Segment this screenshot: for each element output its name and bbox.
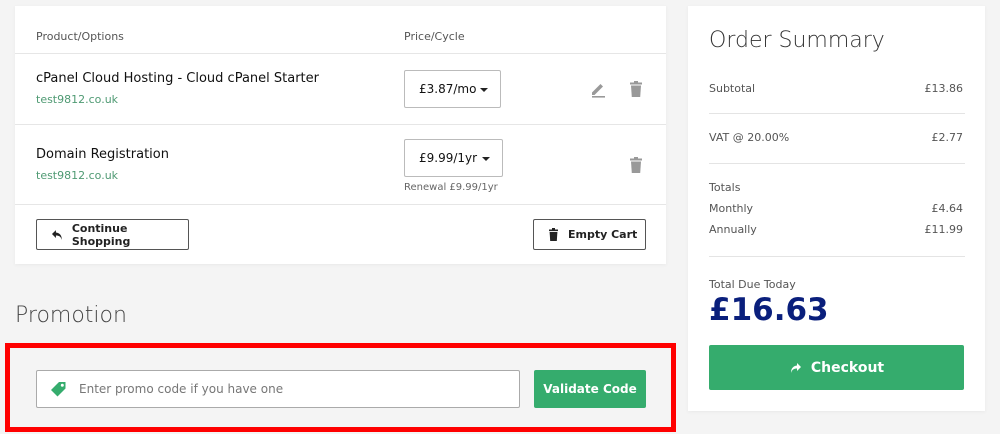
totals-label: Totals [709,181,741,194]
subtotal-value: £13.86 [924,82,964,95]
total-due-label: Total Due Today [709,278,796,291]
total-due-amount: £16.63 [709,292,829,328]
edit-icon[interactable] [589,80,607,98]
divider [15,124,666,125]
chevron-down-icon [482,157,490,161]
renewal-price: Renewal £9.99/1yr [404,182,498,193]
product-domain: test9812.co.uk [36,169,119,182]
subtotal-label: Subtotal [709,82,756,95]
cart-table: Product/Options Price/Cycle cPanel Cloud… [15,6,666,264]
billing-cycle-value: £3.87/mo [419,82,477,96]
divider [15,204,666,205]
header-price-cycle: Price/Cycle [404,30,465,43]
continue-shopping-button[interactable]: Continue Shopping [36,219,189,250]
trash-icon[interactable] [627,80,645,98]
empty-cart-button[interactable]: Empty Cart [533,219,646,250]
product-name: Domain Registration [36,147,169,162]
promo-code-field[interactable] [36,370,520,408]
divider [709,256,965,257]
tag-icon [51,382,66,397]
divider [709,113,965,114]
order-summary: Order Summary Subtotal £13.86 VAT @ 20.0… [688,6,985,411]
checkout-button[interactable]: Checkout [709,345,964,390]
vat-value: £2.77 [931,131,964,144]
billing-cycle-select[interactable]: £9.99/1yr [404,139,503,177]
billing-cycle-value: £9.99/1yr [419,151,478,165]
billing-cycle-select[interactable]: £3.87/mo [404,70,501,108]
trash-icon [549,228,558,241]
promo-code-input[interactable] [79,371,509,407]
back-arrow-icon [51,229,62,240]
validate-code-button[interactable]: Validate Code [534,370,646,408]
product-name: cPanel Cloud Hosting - Cloud cPanel Star… [36,71,319,86]
promotion-title: Promotion [15,303,127,328]
annually-value: £11.99 [924,223,964,236]
continue-shopping-label: Continue Shopping [71,221,131,248]
vat-label: VAT @ 20.00% [709,131,790,144]
chevron-down-icon [480,88,488,92]
divider [15,53,666,54]
monthly-value: £4.64 [931,202,964,215]
header-product-options: Product/Options [36,30,124,43]
order-summary-title: Order Summary [709,28,885,53]
checkout-label: Checkout [810,359,885,376]
empty-cart-label: Empty Cart [568,228,638,241]
annually-label: Annually [709,223,757,236]
monthly-label: Monthly [709,202,754,215]
product-domain: test9812.co.uk [36,93,119,106]
divider [709,163,965,164]
forward-arrow-icon [790,362,801,373]
trash-icon[interactable] [627,156,645,174]
